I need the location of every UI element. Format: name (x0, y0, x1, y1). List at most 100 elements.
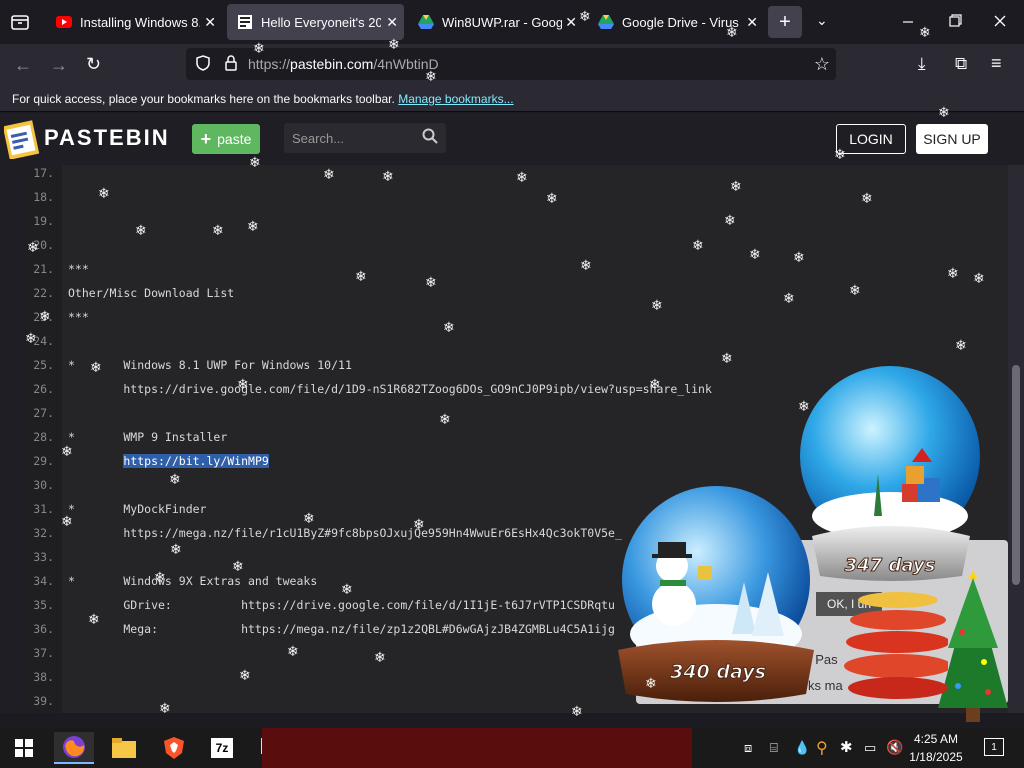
firefox-taskbar-icon[interactable] (54, 732, 94, 764)
snowflake-icon: ❄ (649, 376, 661, 392)
lock-icon[interactable] (224, 54, 240, 74)
tab-title: Win8UWP.rar - Google (442, 14, 562, 30)
snowflake-icon: ❄ (439, 411, 451, 427)
tray-icon[interactable]: ⧈ (744, 740, 752, 756)
snowflake-icon: ❄ (382, 168, 394, 184)
code-line: 19. (28, 209, 1008, 233)
code-text: * WMP 9 Installer (68, 425, 227, 449)
snowflake-icon: ❄ (919, 24, 931, 40)
minimize-button[interactable] (896, 12, 920, 32)
close-tab-icon[interactable]: ✕ (204, 14, 216, 31)
code-text-segment: *** (68, 310, 89, 324)
navigation-toolbar: ← → ↻ https://pastebin.com/4nWbtinD ☆ ⤓ … (0, 44, 1024, 86)
snowflake-icon: ❄ (425, 274, 437, 290)
code-text-segment: https://drive.google.com/file/d/1D9-nS1R… (68, 382, 712, 396)
tab-youtube[interactable]: Installing Windows 8.1 ✕ (46, 4, 222, 40)
snowflake-icon: ❄ (955, 337, 967, 353)
start-button[interactable] (4, 732, 44, 764)
snowflake-icon: ❄ (232, 558, 244, 574)
google-drive-icon (598, 14, 614, 30)
url-prefix: https:// (248, 56, 291, 72)
snowflake-icon: ❄ (90, 359, 102, 375)
snowflake-icon: ❄ (721, 350, 733, 366)
chevron-down-icon[interactable]: ⌄ (816, 12, 828, 29)
manage-bookmarks-link[interactable]: Manage bookmarks... (398, 92, 513, 106)
close-tab-icon[interactable]: ✕ (565, 14, 577, 31)
tab-google-drive-rar[interactable]: Win8UWP.rar - Google ✕ (408, 4, 583, 40)
line-number: 34. (33, 574, 54, 588)
code-line: 24. (28, 329, 1008, 353)
snowflake-icon: ❄ (323, 166, 335, 182)
code-text-segment: * Windows 9X Extras and tweaks (68, 574, 318, 588)
shield-icon[interactable] (196, 54, 212, 74)
new-paste-button[interactable]: + paste (192, 124, 260, 154)
7zip-icon[interactable]: 7z (202, 732, 242, 764)
snowflake-icon: ❄ (443, 319, 455, 335)
tab-pastebin[interactable]: Hello Everyoneit's 2013 ✕ (227, 4, 404, 40)
search-tray-icon[interactable]: ⚲ (816, 738, 828, 758)
snowflake-icon: ❄ (798, 398, 810, 414)
snowflake-icon: ❄ (579, 8, 591, 24)
maximize-button[interactable] (942, 12, 966, 32)
search-icon[interactable] (422, 128, 438, 147)
new-tab-button[interactable]: + (768, 6, 802, 38)
code-text-segment: https://mega.nz/file/r1cU1ByZ#9fc8bpsOJx… (68, 526, 622, 540)
close-tab-icon[interactable]: ✕ (386, 14, 398, 31)
back-icon[interactable]: ← (14, 55, 32, 76)
snowflake-icon: ❄ (651, 297, 663, 313)
water-drop-icon[interactable]: 💧 (794, 740, 810, 756)
reload-icon[interactable]: ↻ (86, 54, 101, 75)
code-line: 23. *** (28, 305, 1008, 329)
snowflake-icon: ❄ (237, 376, 249, 392)
code-text-segment: Other/Misc Download List (68, 286, 235, 300)
downloads-icon[interactable]: ⤓ (918, 54, 926, 74)
tab-title: Google Drive - Virus sc (622, 14, 742, 30)
snowflake-icon: ❄ (516, 169, 528, 185)
snowflake-icon: ❄ (135, 222, 147, 238)
forward-icon[interactable]: → (50, 55, 68, 76)
snowflake-icon: ❄ (98, 185, 110, 201)
snowflake-icon: ❄ (749, 246, 761, 262)
pastebin-logo-icon[interactable] (2, 119, 40, 160)
login-button[interactable]: LOGIN (836, 124, 906, 154)
snowflake-icon: ❄ (25, 330, 37, 346)
windows-logo-icon (15, 739, 33, 757)
snowflake-icon: ❄ (834, 146, 846, 162)
line-number: 36. (33, 622, 54, 636)
file-explorer-icon[interactable] (104, 732, 144, 764)
monitor-icon[interactable]: ▭ (864, 740, 876, 756)
bookmark-star-icon[interactable]: ☆ (814, 54, 830, 75)
close-window-button[interactable] (988, 12, 1012, 32)
signup-button[interactable]: SIGN UP (916, 124, 988, 154)
snowflake-icon: ❄ (571, 703, 583, 719)
line-number: 27. (33, 406, 54, 420)
menu-icon[interactable]: ≡ (991, 53, 1002, 74)
search-placeholder: Search... (292, 130, 345, 146)
volume-muted-icon[interactable]: 🔇 (886, 739, 903, 756)
line-number: 28. (33, 430, 54, 444)
tab-list-icon[interactable] (10, 12, 30, 32)
clock-time: 4:25 AM (913, 732, 959, 746)
site-logo-text[interactable]: PASTEBIN (44, 125, 170, 151)
code-line: 22. Other/Misc Download List (28, 281, 1008, 305)
site-search-input[interactable]: Search... (284, 123, 446, 153)
network-icon[interactable]: ✱ (840, 738, 853, 756)
scrollbar-thumb[interactable] (1012, 365, 1020, 585)
brave-browser-icon[interactable] (154, 732, 194, 764)
notification-icon[interactable]: 1 (984, 738, 1004, 756)
selected-link-text[interactable]: https://bit.ly/WinMP9 (123, 454, 269, 468)
code-text-segment (68, 454, 123, 468)
url-bar[interactable]: https://pastebin.com/4nWbtinD ☆ (186, 48, 836, 80)
snowflake-icon: ❄ (61, 513, 73, 529)
taskbar-clock[interactable]: 4:25 AM 1/18/2025 (908, 730, 964, 766)
tray-icon[interactable]: ⌸ (770, 740, 778, 756)
line-number: 39. (33, 694, 54, 708)
line-number: 18. (33, 190, 54, 204)
close-tab-icon[interactable]: ✕ (746, 14, 758, 31)
snowflake-icon: ❄ (645, 675, 657, 691)
extensions-icon[interactable]: ⧉ (955, 54, 967, 74)
code-text: *** (68, 257, 89, 281)
snowflake-icon: ❄ (388, 36, 400, 52)
code-text: https://bit.ly/WinMP9 (68, 449, 269, 473)
line-number: 29. (33, 454, 54, 468)
